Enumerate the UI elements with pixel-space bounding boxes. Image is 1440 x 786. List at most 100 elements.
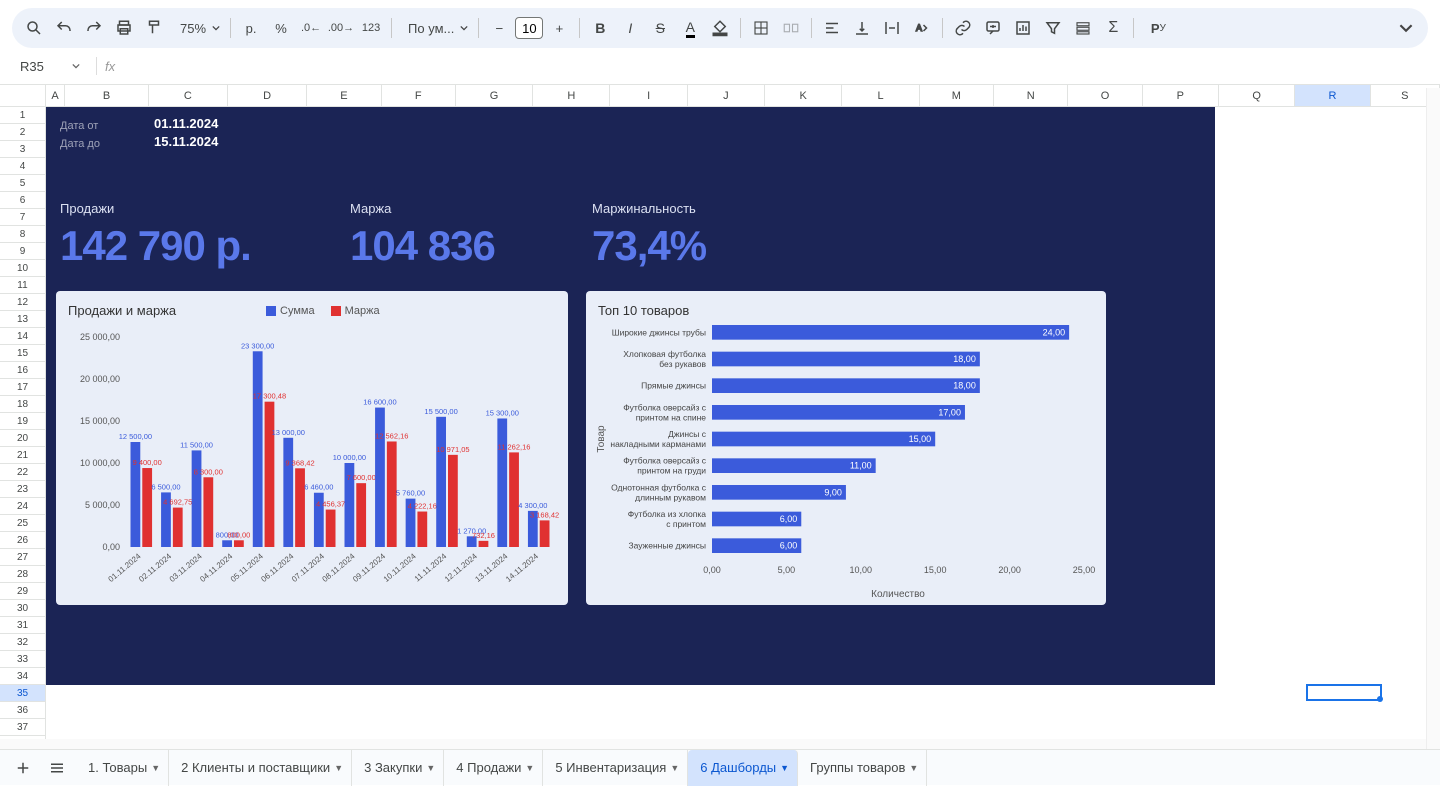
row-header-16[interactable]: 16: [0, 362, 46, 379]
row-header-14[interactable]: 14: [0, 328, 46, 345]
col-header-J[interactable]: J: [688, 85, 765, 106]
row-header-1[interactable]: 1: [0, 107, 46, 124]
italic-icon[interactable]: I: [616, 14, 644, 42]
chart-top-products[interactable]: Топ 10 товаров 24,00Широкие джинсы трубы…: [586, 291, 1106, 605]
borders-icon[interactable]: [747, 14, 775, 42]
strikethrough-icon[interactable]: S: [646, 14, 674, 42]
row-header-35[interactable]: 35: [0, 685, 46, 702]
sheet-tab[interactable]: 1. Товары▼: [76, 750, 169, 786]
row-header-15[interactable]: 15: [0, 345, 46, 362]
fill-color-icon[interactable]: [706, 14, 734, 42]
row-header-22[interactable]: 22: [0, 464, 46, 481]
row-header-10[interactable]: 10: [0, 260, 46, 277]
text-color-icon[interactable]: A: [676, 14, 704, 42]
row-header-20[interactable]: 20: [0, 430, 46, 447]
row-header-19[interactable]: 19: [0, 413, 46, 430]
row-header-18[interactable]: 18: [0, 396, 46, 413]
decrease-decimal-icon[interactable]: .0←: [297, 14, 325, 42]
sheet-tab[interactable]: Группы товаров▼: [798, 750, 927, 786]
row-header-4[interactable]: 4: [0, 158, 46, 175]
increase-decimal-icon[interactable]: .00→: [327, 14, 355, 42]
col-header-O[interactable]: O: [1068, 85, 1142, 106]
row-header-23[interactable]: 23: [0, 481, 46, 498]
col-header-C[interactable]: C: [149, 85, 228, 106]
paint-format-icon[interactable]: [140, 14, 168, 42]
col-header-F[interactable]: F: [382, 85, 456, 106]
percent-icon[interactable]: %: [267, 14, 295, 42]
col-header-R[interactable]: R: [1295, 85, 1370, 106]
more-icon[interactable]: [1392, 14, 1420, 42]
row-header-24[interactable]: 24: [0, 498, 46, 515]
rotate-text-icon[interactable]: A: [908, 14, 936, 42]
row-header-3[interactable]: 3: [0, 141, 46, 158]
col-header-Q[interactable]: Q: [1219, 85, 1295, 106]
all-sheets-button[interactable]: [42, 753, 72, 783]
row-header-13[interactable]: 13: [0, 311, 46, 328]
sheet-tab[interactable]: 2 Клиенты и поставщики▼: [169, 750, 352, 786]
horizontal-scrollbar[interactable]: [0, 739, 1426, 749]
row-header-33[interactable]: 33: [0, 651, 46, 668]
row-header-25[interactable]: 25: [0, 515, 46, 532]
chart-sales-margin[interactable]: Продажи и маржа Сумма Маржа 0,005 000,00…: [56, 291, 568, 605]
print-icon[interactable]: [110, 14, 138, 42]
col-header-H[interactable]: H: [533, 85, 610, 106]
row-header-12[interactable]: 12: [0, 294, 46, 311]
filter-icon[interactable]: [1039, 14, 1067, 42]
row-header-2[interactable]: 2: [0, 124, 46, 141]
col-header-K[interactable]: K: [765, 85, 842, 106]
col-header-M[interactable]: M: [920, 85, 994, 106]
row-header-30[interactable]: 30: [0, 600, 46, 617]
valign-icon[interactable]: [848, 14, 876, 42]
functions-icon[interactable]: Σ: [1099, 14, 1127, 42]
select-all-corner[interactable]: [0, 85, 46, 106]
row-header-6[interactable]: 6: [0, 192, 46, 209]
redo-icon[interactable]: [80, 14, 108, 42]
row-header-29[interactable]: 29: [0, 583, 46, 600]
col-header-D[interactable]: D: [228, 85, 307, 106]
row-header-11[interactable]: 11: [0, 277, 46, 294]
currency-icon[interactable]: р.: [237, 14, 265, 42]
row-header-21[interactable]: 21: [0, 447, 46, 464]
col-header-N[interactable]: N: [994, 85, 1068, 106]
filter-views-icon[interactable]: [1069, 14, 1097, 42]
name-box[interactable]: R35: [12, 54, 88, 78]
sheet-tab[interactable]: 4 Продажи▼: [444, 750, 543, 786]
col-header-A[interactable]: A: [46, 85, 66, 106]
row-header-17[interactable]: 17: [0, 379, 46, 396]
row-header-26[interactable]: 26: [0, 532, 46, 549]
insert-chart-icon[interactable]: [1009, 14, 1037, 42]
decrease-font-icon[interactable]: −: [485, 14, 513, 42]
row-header-31[interactable]: 31: [0, 617, 46, 634]
search-icon[interactable]: [20, 14, 48, 42]
wrap-icon[interactable]: [878, 14, 906, 42]
row-header-9[interactable]: 9: [0, 243, 46, 260]
col-header-B[interactable]: B: [65, 85, 148, 106]
row-header-34[interactable]: 34: [0, 668, 46, 685]
row-header-5[interactable]: 5: [0, 175, 46, 192]
row-header-28[interactable]: 28: [0, 566, 46, 583]
comment-icon[interactable]: [979, 14, 1007, 42]
col-header-P[interactable]: P: [1143, 85, 1219, 106]
undo-icon[interactable]: [50, 14, 78, 42]
col-header-I[interactable]: I: [610, 85, 687, 106]
font-dropdown[interactable]: По ум...: [398, 21, 472, 36]
col-header-E[interactable]: E: [307, 85, 381, 106]
sheet-tab[interactable]: 3 Закупки▼: [352, 750, 444, 786]
align-icon[interactable]: [818, 14, 846, 42]
add-sheet-button[interactable]: [8, 753, 38, 783]
bold-icon[interactable]: B: [586, 14, 614, 42]
format-123-icon[interactable]: 123: [357, 14, 385, 42]
selected-cell[interactable]: [1306, 684, 1382, 701]
row-header-36[interactable]: 36: [0, 702, 46, 719]
increase-font-icon[interactable]: +: [545, 14, 573, 42]
zoom-dropdown[interactable]: 75%: [170, 21, 224, 36]
vertical-scrollbar[interactable]: [1426, 88, 1440, 749]
sheet-tab[interactable]: 6 Дашборды▼: [688, 750, 798, 786]
link-icon[interactable]: [949, 14, 977, 42]
row-header-8[interactable]: 8: [0, 226, 46, 243]
row-header-27[interactable]: 27: [0, 549, 46, 566]
merge-cells-icon[interactable]: [777, 14, 805, 42]
row-header-7[interactable]: 7: [0, 209, 46, 226]
row-header-37[interactable]: 37: [0, 719, 46, 736]
row-header-32[interactable]: 32: [0, 634, 46, 651]
